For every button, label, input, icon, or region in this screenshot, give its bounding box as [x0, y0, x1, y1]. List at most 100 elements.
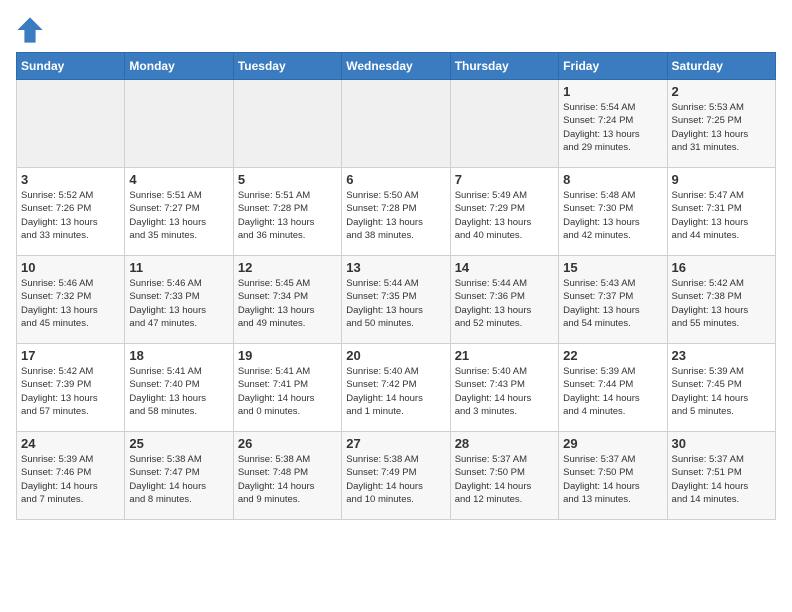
day-number: 2 — [672, 84, 771, 99]
day-number: 29 — [563, 436, 662, 451]
week-row-2: 3Sunrise: 5:52 AMSunset: 7:26 PMDaylight… — [17, 168, 776, 256]
calendar-cell: 12 Sunrise: 5:45 AMSunset: 7:34 PMDayligh… — [233, 256, 341, 344]
day-info: Sunrise: 5:39 AMSunset: 7:46 PMDaylight:… — [21, 453, 120, 506]
day-info: Sunrise: 5:45 AMSunset: 7:34 PMDaylight:… — [238, 277, 337, 330]
week-row-1: 1Sunrise: 5:54 AMSunset: 7:24 PMDaylight… — [17, 80, 776, 168]
calendar-cell: 21 Sunrise: 5:40 AMSunset: 7:43 PMDayligh… — [450, 344, 558, 432]
day-info: Sunrise: 5:38 AMSunset: 7:49 PMDaylight:… — [346, 453, 445, 506]
day-info: Sunrise: 5:40 AMSunset: 7:43 PMDaylight:… — [455, 365, 554, 418]
calendar-cell: 10Sunrise: 5:46 AMSunset: 7:32 PMDayligh… — [17, 256, 125, 344]
calendar-cell: 14 Sunrise: 5:44 AMSunset: 7:36 PMDayligh… — [450, 256, 558, 344]
calendar-cell: 23 Sunrise: 5:39 AMSunset: 7:45 PMDayligh… — [667, 344, 775, 432]
calendar-body: 1Sunrise: 5:54 AMSunset: 7:24 PMDaylight… — [17, 80, 776, 520]
calendar-cell: 15 Sunrise: 5:43 AMSunset: 7:37 PMDayligh… — [559, 256, 667, 344]
calendar-cell — [233, 80, 341, 168]
calendar-cell: 11 Sunrise: 5:46 AMSunset: 7:33 PMDayligh… — [125, 256, 233, 344]
day-number: 6 — [346, 172, 445, 187]
day-info: Sunrise: 5:52 AMSunset: 7:26 PMDaylight:… — [21, 189, 120, 242]
day-number: 18 — [129, 348, 228, 363]
day-number: 1 — [563, 84, 662, 99]
day-info: Sunrise: 5:41 AMSunset: 7:41 PMDaylight:… — [238, 365, 337, 418]
day-info: Sunrise: 5:43 AMSunset: 7:37 PMDaylight:… — [563, 277, 662, 330]
day-info: Sunrise: 5:44 AMSunset: 7:36 PMDaylight:… — [455, 277, 554, 330]
week-row-3: 10Sunrise: 5:46 AMSunset: 7:32 PMDayligh… — [17, 256, 776, 344]
day-number: 24 — [21, 436, 120, 451]
day-number: 17 — [21, 348, 120, 363]
header-day-friday: Friday — [559, 53, 667, 80]
day-number: 8 — [563, 172, 662, 187]
day-info: Sunrise: 5:41 AMSunset: 7:40 PMDaylight:… — [129, 365, 228, 418]
day-number: 15 — [563, 260, 662, 275]
header-row: SundayMondayTuesdayWednesdayThursdayFrid… — [17, 53, 776, 80]
day-info: Sunrise: 5:37 AMSunset: 7:50 PMDaylight:… — [455, 453, 554, 506]
day-info: Sunrise: 5:42 AMSunset: 7:39 PMDaylight:… — [21, 365, 120, 418]
header-day-wednesday: Wednesday — [342, 53, 450, 80]
day-number: 13 — [346, 260, 445, 275]
day-number: 14 — [455, 260, 554, 275]
day-number: 4 — [129, 172, 228, 187]
day-number: 27 — [346, 436, 445, 451]
logo-icon — [16, 16, 44, 44]
header-day-thursday: Thursday — [450, 53, 558, 80]
calendar-cell: 7 Sunrise: 5:49 AMSunset: 7:29 PMDaylight… — [450, 168, 558, 256]
calendar-cell: 13 Sunrise: 5:44 AMSunset: 7:35 PMDayligh… — [342, 256, 450, 344]
calendar-cell: 25 Sunrise: 5:38 AMSunset: 7:47 PMDayligh… — [125, 432, 233, 520]
calendar-cell: 28 Sunrise: 5:37 AMSunset: 7:50 PMDayligh… — [450, 432, 558, 520]
day-number: 21 — [455, 348, 554, 363]
header-day-monday: Monday — [125, 53, 233, 80]
calendar-cell: 9 Sunrise: 5:47 AMSunset: 7:31 PMDaylight… — [667, 168, 775, 256]
calendar-cell: 3Sunrise: 5:52 AMSunset: 7:26 PMDaylight… — [17, 168, 125, 256]
week-row-5: 24 Sunrise: 5:39 AMSunset: 7:46 PMDayligh… — [17, 432, 776, 520]
calendar-cell: 26Sunrise: 5:38 AMSunset: 7:48 PMDayligh… — [233, 432, 341, 520]
day-number: 30 — [672, 436, 771, 451]
day-info: Sunrise: 5:46 AMSunset: 7:33 PMDaylight:… — [129, 277, 228, 330]
day-info: Sunrise: 5:37 AMSunset: 7:51 PMDaylight:… — [672, 453, 771, 506]
calendar-cell: 27 Sunrise: 5:38 AMSunset: 7:49 PMDayligh… — [342, 432, 450, 520]
calendar-cell: 16Sunrise: 5:42 AMSunset: 7:38 PMDayligh… — [667, 256, 775, 344]
calendar-cell — [342, 80, 450, 168]
calendar-cell: 1Sunrise: 5:54 AMSunset: 7:24 PMDaylight… — [559, 80, 667, 168]
day-info: Sunrise: 5:51 AMSunset: 7:27 PMDaylight:… — [129, 189, 228, 242]
day-number: 22 — [563, 348, 662, 363]
day-info: Sunrise: 5:37 AMSunset: 7:50 PMDaylight:… — [563, 453, 662, 506]
day-number: 19 — [238, 348, 337, 363]
calendar-cell: 29 Sunrise: 5:37 AMSunset: 7:50 PMDayligh… — [559, 432, 667, 520]
day-number: 26 — [238, 436, 337, 451]
day-number: 25 — [129, 436, 228, 451]
day-number: 23 — [672, 348, 771, 363]
header-day-tuesday: Tuesday — [233, 53, 341, 80]
day-info: Sunrise: 5:38 AMSunset: 7:47 PMDaylight:… — [129, 453, 228, 506]
day-info: Sunrise: 5:49 AMSunset: 7:29 PMDaylight:… — [455, 189, 554, 242]
calendar-table: SundayMondayTuesdayWednesdayThursdayFrid… — [16, 52, 776, 520]
day-number: 11 — [129, 260, 228, 275]
day-info: Sunrise: 5:51 AMSunset: 7:28 PMDaylight:… — [238, 189, 337, 242]
day-number: 10 — [21, 260, 120, 275]
day-info: Sunrise: 5:50 AMSunset: 7:28 PMDaylight:… — [346, 189, 445, 242]
header-day-sunday: Sunday — [17, 53, 125, 80]
day-info: Sunrise: 5:48 AMSunset: 7:30 PMDaylight:… — [563, 189, 662, 242]
calendar-cell: 30 Sunrise: 5:37 AMSunset: 7:51 PMDayligh… — [667, 432, 775, 520]
calendar-cell — [450, 80, 558, 168]
calendar-cell — [17, 80, 125, 168]
page-header — [16, 16, 776, 44]
day-info: Sunrise: 5:39 AMSunset: 7:45 PMDaylight:… — [672, 365, 771, 418]
day-number: 12 — [238, 260, 337, 275]
calendar-cell: 6 Sunrise: 5:50 AMSunset: 7:28 PMDaylight… — [342, 168, 450, 256]
calendar-cell: 22 Sunrise: 5:39 AMSunset: 7:44 PMDayligh… — [559, 344, 667, 432]
day-info: Sunrise: 5:39 AMSunset: 7:44 PMDaylight:… — [563, 365, 662, 418]
day-number: 20 — [346, 348, 445, 363]
day-info: Sunrise: 5:47 AMSunset: 7:31 PMDaylight:… — [672, 189, 771, 242]
calendar-cell: 4 Sunrise: 5:51 AMSunset: 7:27 PMDaylight… — [125, 168, 233, 256]
header-day-saturday: Saturday — [667, 53, 775, 80]
calendar-cell — [125, 80, 233, 168]
day-number: 28 — [455, 436, 554, 451]
day-number: 5 — [238, 172, 337, 187]
calendar-cell: 5 Sunrise: 5:51 AMSunset: 7:28 PMDaylight… — [233, 168, 341, 256]
calendar-header: SundayMondayTuesdayWednesdayThursdayFrid… — [17, 53, 776, 80]
calendar-cell: 17 Sunrise: 5:42 AMSunset: 7:39 PMDayligh… — [17, 344, 125, 432]
calendar-cell: 2Sunrise: 5:53 AMSunset: 7:25 PMDaylight… — [667, 80, 775, 168]
day-number: 7 — [455, 172, 554, 187]
day-number: 9 — [672, 172, 771, 187]
day-info: Sunrise: 5:44 AMSunset: 7:35 PMDaylight:… — [346, 277, 445, 330]
calendar-cell: 8 Sunrise: 5:48 AMSunset: 7:30 PMDaylight… — [559, 168, 667, 256]
